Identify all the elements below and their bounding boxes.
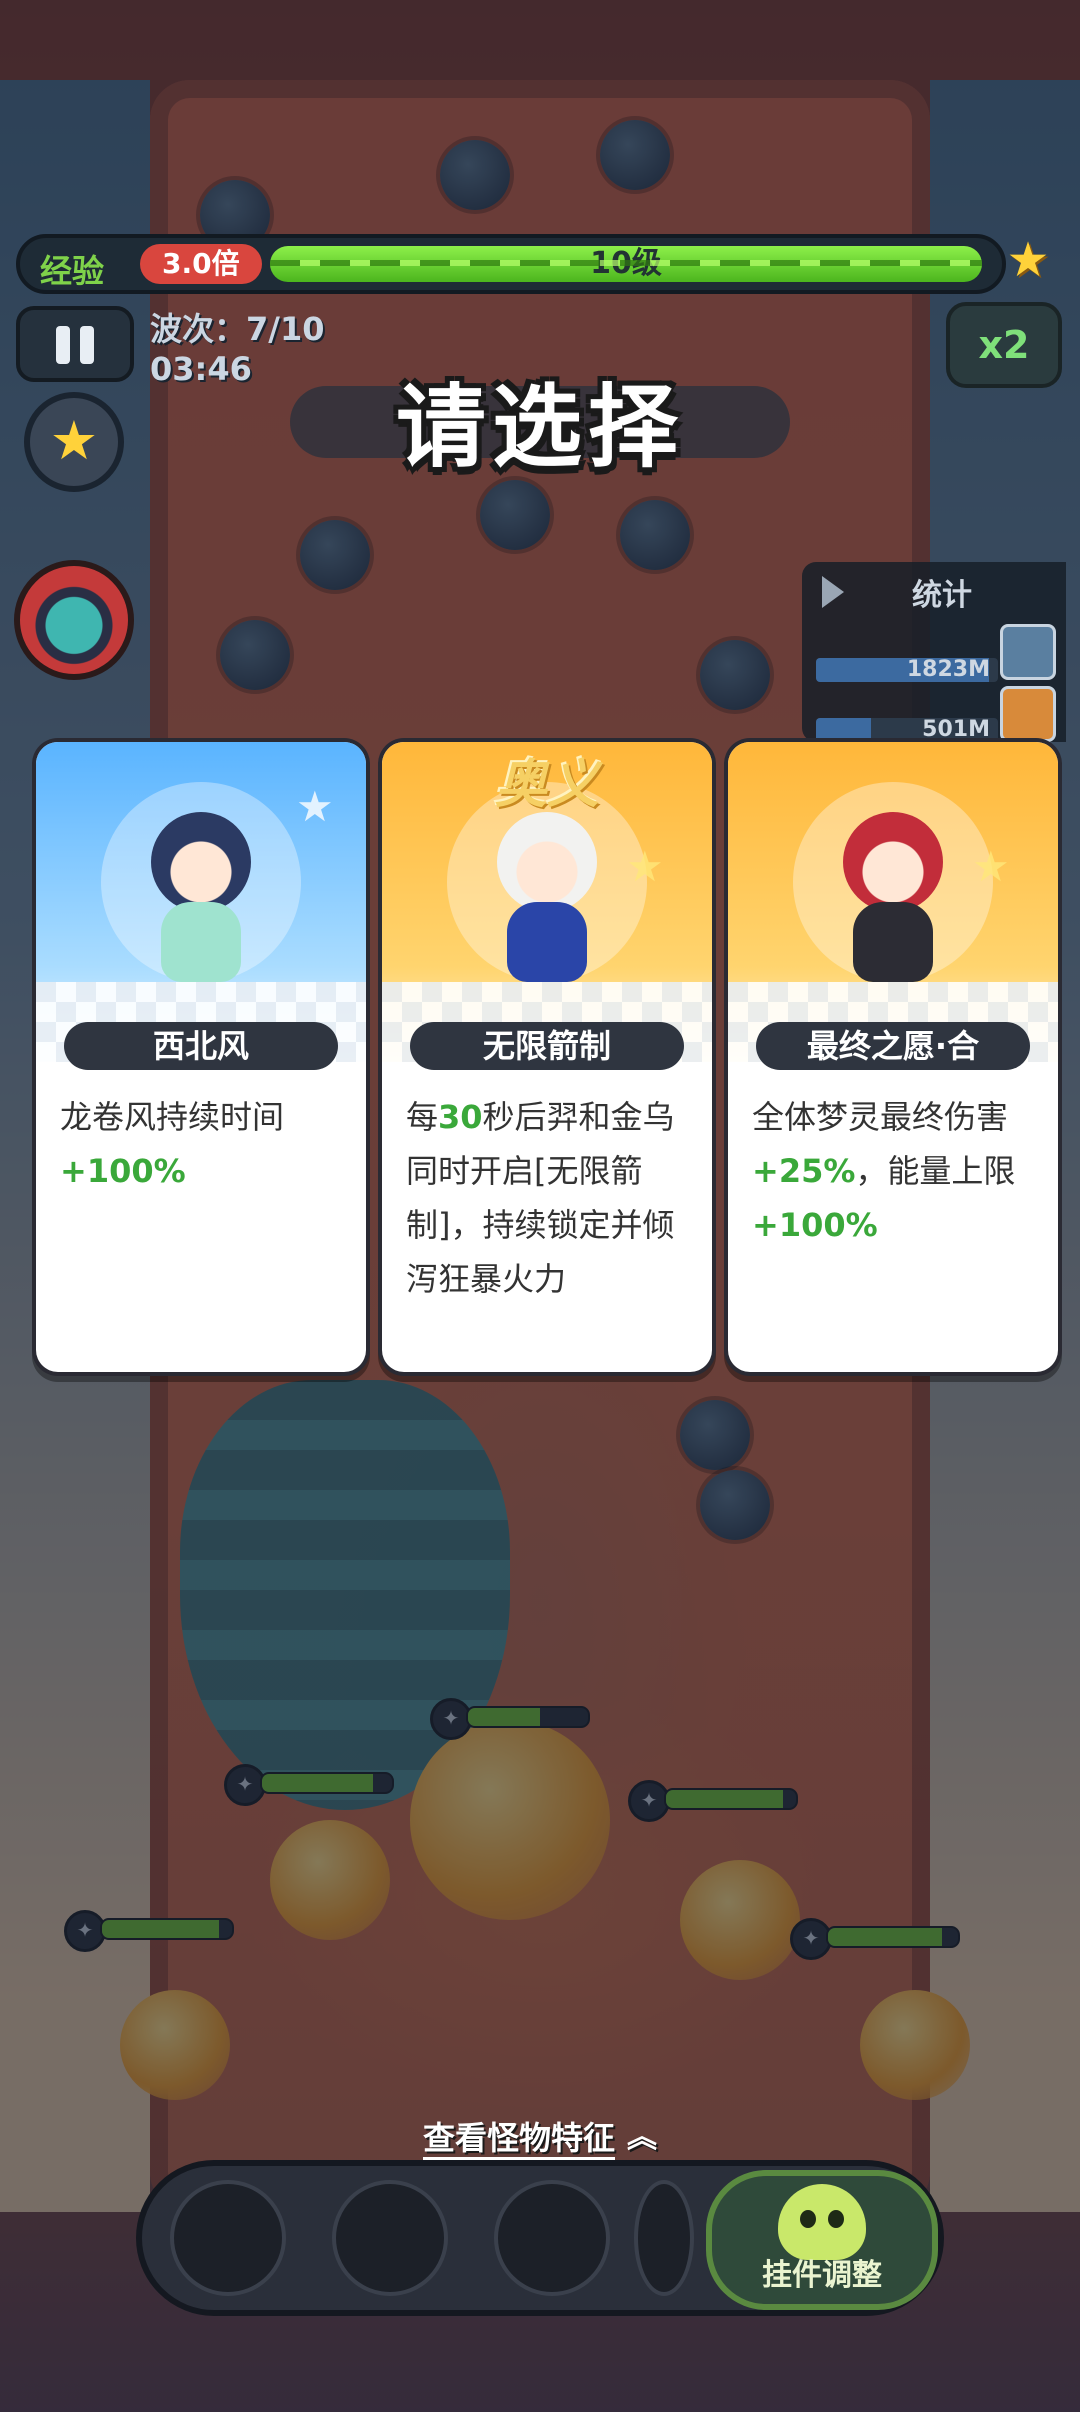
card-art: ★ <box>728 742 1058 1062</box>
experience-bar: 经验 3.0倍 10级 <box>16 234 1006 294</box>
stats-row: 1823M <box>816 658 998 682</box>
hero-portrait <box>813 802 973 992</box>
stats-row: 501M <box>816 718 998 742</box>
empty-slot[interactable] <box>170 2180 286 2296</box>
empty-slot[interactable] <box>332 2180 448 2296</box>
stats-row-fill <box>816 718 871 742</box>
card-description: 龙卷风持续时间 +100% <box>60 1090 346 1198</box>
pendant-adjust-label: 挂件调整 <box>762 2258 882 2293</box>
desc-highlight: +25% <box>752 1152 856 1190</box>
wave-counter: 波次：7/10 <box>150 310 325 348</box>
boss-avatar[interactable] <box>14 560 134 680</box>
empty-slot[interactable] <box>494 2180 610 2296</box>
desc-highlight: 30 <box>438 1098 483 1136</box>
stats-title: 统计 <box>912 578 972 613</box>
card-description: 每30秒后羿和金乌同时开启[无限箭制]，持续锁定并倾泻狂暴火力 <box>406 1090 692 1306</box>
choice-card-final-wish[interactable]: ★ 最终之愿·合 全体梦灵最终伤害 +25%，能量上限 +100% <box>728 742 1058 1372</box>
desc-text: ，能量上限 <box>855 1152 1016 1190</box>
desc-text: 龙卷风持续时间 <box>60 1098 285 1136</box>
desc-text: 全体梦灵最终伤害 <box>752 1098 1009 1136</box>
stats-value: 1823M <box>906 658 990 682</box>
double-chevron-up-icon: ︽ <box>627 2120 657 2155</box>
desc-highlight: +100% <box>60 1152 186 1190</box>
frog-mascot-icon <box>778 2184 866 2260</box>
desc-highlight: +100% <box>752 1206 878 1244</box>
stats-value: 501M <box>922 718 990 742</box>
choice-card-northwest-wind[interactable]: ★ 西北风 龙卷风持续时间 +100% <box>36 742 366 1372</box>
exp-progress-fill: 10级 <box>270 246 982 282</box>
expand-stats-icon[interactable] <box>822 576 844 608</box>
hero-avatar <box>1000 624 1056 680</box>
card-name: 西北风 <box>64 1022 338 1070</box>
empty-slot[interactable] <box>634 2180 694 2296</box>
choice-card-infinite-arrows[interactable]: 奥义 ★ 无限箭制 每30秒后羿和金乌同时开启[无限箭制]，持续锁定并倾泻狂暴火… <box>382 742 712 1372</box>
hero-portrait <box>121 802 281 992</box>
card-art: ★ <box>36 742 366 1062</box>
level-star-icon: ★ <box>1006 232 1050 288</box>
prompt-title: 请选择 <box>396 375 684 480</box>
monster-link-label: 查看怪物特征 <box>422 2119 615 2160</box>
star-icon: ★ <box>626 842 664 891</box>
star-icon: ★ <box>972 842 1010 891</box>
player-level: 10级 <box>590 246 662 281</box>
hero-portrait <box>467 802 627 992</box>
card-name: 无限箭制 <box>410 1022 684 1070</box>
exp-label: 经验 <box>40 252 105 290</box>
damage-stats-panel: 统计 1823M 501M <box>802 562 1066 742</box>
star-icon: ★ <box>296 782 334 831</box>
view-monster-traits-link[interactable]: 查看怪物特征 ︽ <box>0 2112 1080 2160</box>
exp-multiplier-badge: 3.0倍 <box>140 244 262 284</box>
card-art: 奥义 ★ <box>382 742 712 1062</box>
desc-text: 每 <box>406 1098 439 1136</box>
pendant-adjust-button[interactable]: 挂件调整 <box>706 2170 938 2310</box>
card-description: 全体梦灵最终伤害 +25%，能量上限 +100% <box>752 1090 1038 1252</box>
card-name: 最终之愿·合 <box>756 1022 1030 1070</box>
hero-avatar <box>1000 686 1056 742</box>
